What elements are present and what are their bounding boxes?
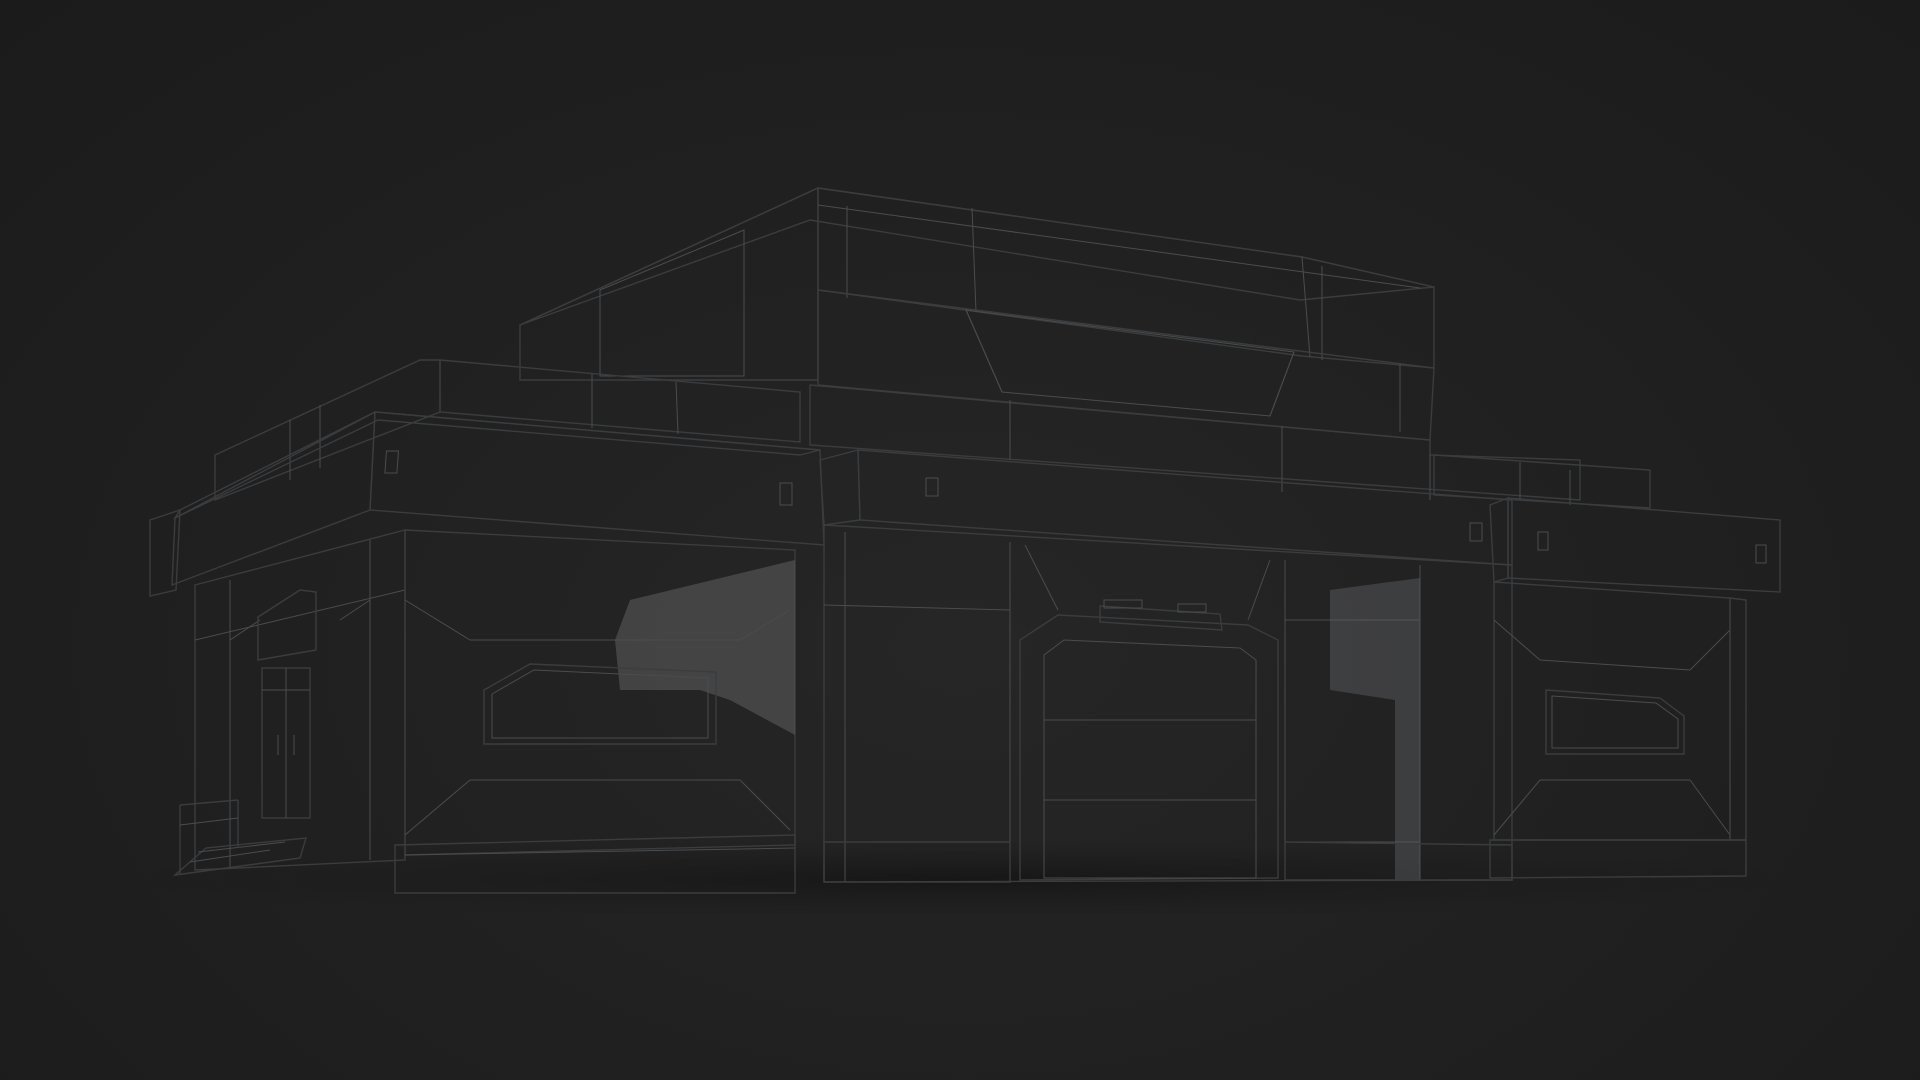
side-entry-door: [261, 667, 311, 819]
vent-icon: [779, 482, 793, 506]
garage-door: [1019, 614, 1279, 881]
vent-icon: [384, 450, 399, 474]
building-render: [100, 186, 1820, 920]
right-window: [1545, 689, 1685, 755]
door-canopy: [257, 589, 317, 661]
upper-block-recess: [817, 289, 1435, 441]
center-cornice-front: [857, 449, 1513, 566]
vent-icon: [1469, 522, 1483, 542]
upper-block-front-band: [817, 187, 1435, 369]
ground-shadow: [100, 840, 1820, 920]
render-viewport: [0, 0, 1920, 1080]
right-cornice-front: [1507, 497, 1781, 593]
right-wing-wall: [1493, 581, 1731, 841]
cast-shadow: [615, 560, 795, 735]
light-fixture: [1099, 599, 1223, 631]
vent-icon: [1755, 544, 1767, 564]
left-cornice-top: [173, 411, 821, 520]
upper-block-left-wall: [519, 186, 819, 381]
left-cornice-front: [369, 411, 825, 546]
vent-icon: [925, 477, 939, 497]
vent-icon: [1537, 531, 1549, 551]
